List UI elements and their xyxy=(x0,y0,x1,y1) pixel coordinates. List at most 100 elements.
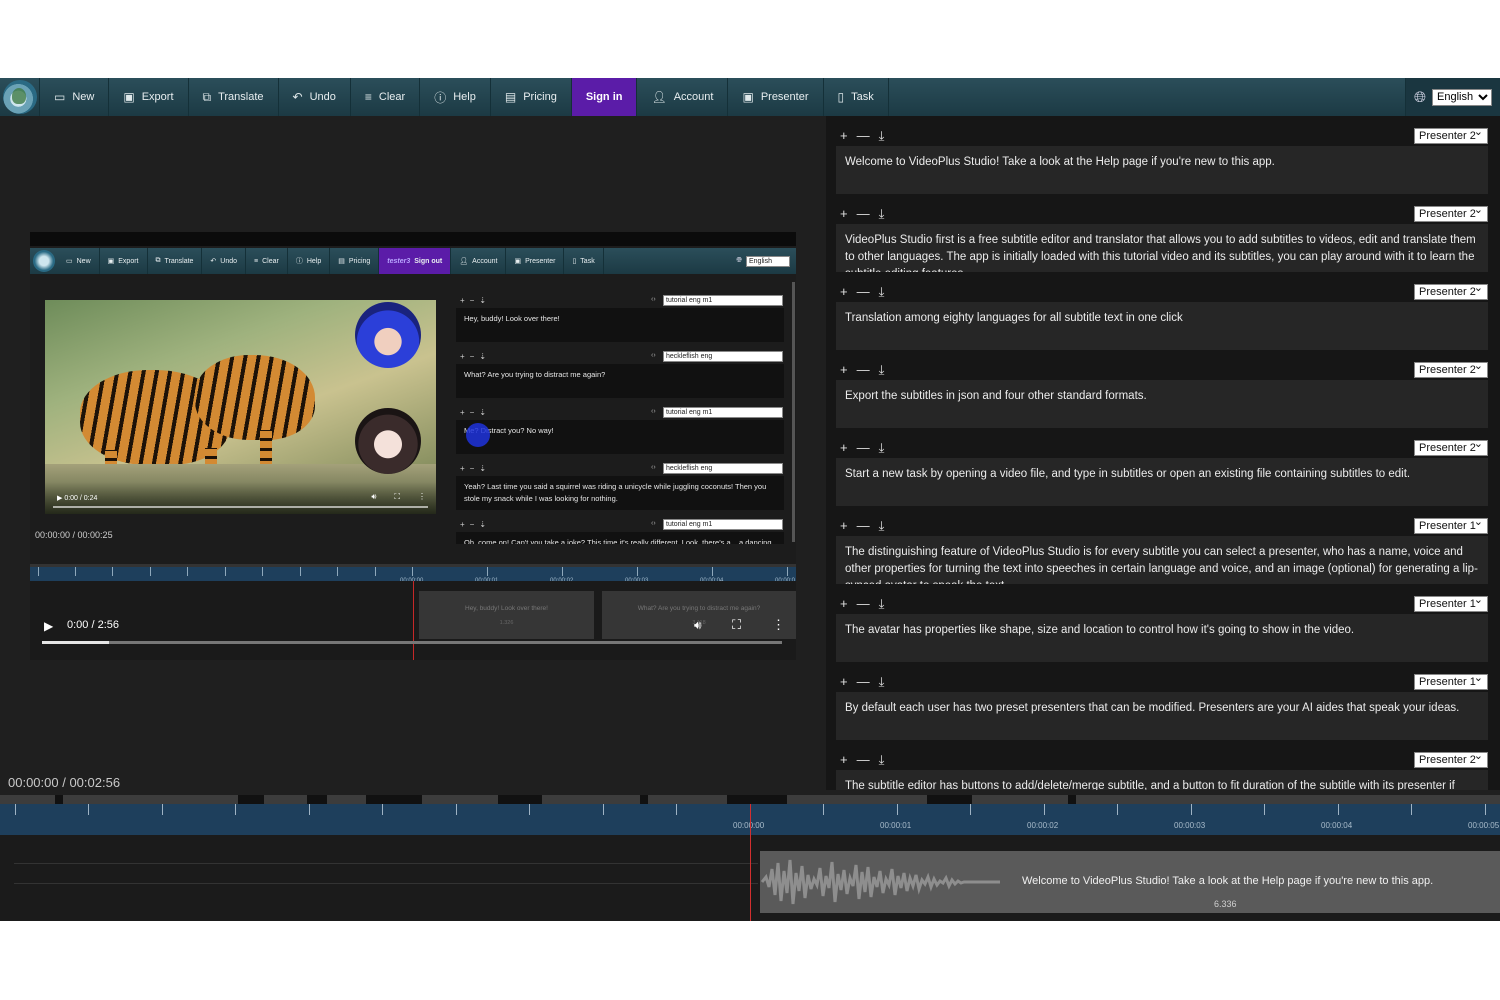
add-subtitle-icon[interactable]: + xyxy=(840,284,848,300)
presenter-select[interactable]: Presenter 2 xyxy=(1414,281,1488,300)
merge-subtitle-icon[interactable]: ⤓ xyxy=(879,518,885,534)
add-subtitle-icon[interactable]: + xyxy=(840,596,848,612)
delete-subtitle-icon[interactable]: — xyxy=(857,518,870,534)
delete-subtitle-icon[interactable]: — xyxy=(857,128,870,144)
more-options-icon[interactable]: ⋮ xyxy=(772,617,785,633)
timeline-playhead[interactable] xyxy=(750,804,751,921)
language-select[interactable]: English xyxy=(1432,88,1492,106)
clear-button[interactable]: ≡ Clear xyxy=(351,78,421,116)
presenter-select[interactable]: Presenter 2 xyxy=(1414,359,1488,378)
merge-subtitle-icon[interactable]: ⤓ xyxy=(879,752,885,768)
add-subtitle-icon[interactable]: + xyxy=(840,674,848,690)
subtitle-text[interactable]: The distinguishing feature of VideoPlus … xyxy=(836,536,1488,584)
sign-in-button[interactable]: Sign in xyxy=(571,78,638,116)
delete-subtitle-icon[interactable]: — xyxy=(857,206,870,222)
subtitle-item: + — ⤓ Presenter 2 The subtitle editor has … xyxy=(836,740,1488,790)
pricing-button[interactable]: ▤ Pricing xyxy=(491,78,572,116)
delete-subtitle-icon[interactable]: — xyxy=(857,440,870,456)
fullscreen-icon: ⛶ xyxy=(394,492,400,501)
help-icon: ⓘ xyxy=(434,90,447,105)
mini-language: 🌐︎ English xyxy=(730,248,796,274)
timeline-clip[interactable]: Welcome to VideoPlus Studio! Take a look… xyxy=(760,851,1500,913)
pricing-icon: ▤ xyxy=(504,90,517,104)
ruler-label: 00:00:01 xyxy=(880,821,912,830)
presenter-select[interactable]: Presenter 1 xyxy=(1414,593,1488,612)
task-button[interactable]: ▯ Task xyxy=(824,78,889,116)
video-controls: ▶ 0:00 / 2:56 🔊︎ ⛶ ⋮ xyxy=(30,610,796,660)
inner-subtitle-item: +−⇣ ‹› tutorial eng m1 Me? Distract you? … xyxy=(456,407,786,464)
logo-globe-icon xyxy=(2,80,37,114)
video-progress-fill xyxy=(42,641,109,644)
subtitle-text[interactable]: By default each user has two preset pres… xyxy=(836,692,1488,740)
subtitle-item: + — ⤓ Presenter 2 Welcome to VideoPlus Stu… xyxy=(836,116,1488,194)
subtitle-text[interactable]: Translation among eighty languages for a… xyxy=(836,302,1488,350)
presenter-select[interactable]: Presenter 2 xyxy=(1414,437,1488,456)
new-button[interactable]: ▭ New xyxy=(40,78,110,116)
presenter-select[interactable]: Presenter 2 xyxy=(1414,125,1488,144)
delete-subtitle-icon[interactable]: — xyxy=(857,284,870,300)
inner-timecode: 00:00:00 / 00:00:25 xyxy=(35,530,113,540)
presenter-select[interactable]: Presenter 2 xyxy=(1414,203,1488,222)
inner-player-time: ▶ 0:00 / 0:24 xyxy=(57,495,98,502)
fullscreen-icon[interactable]: ⛶ xyxy=(732,617,741,633)
export-icon: ▣ xyxy=(123,90,135,104)
merge-subtitle-icon[interactable]: ⤓ xyxy=(879,206,885,222)
tiger-figure xyxy=(195,355,315,440)
globe-icon: 🌐︎ xyxy=(1413,88,1426,106)
inner-subtitle-item: +−⇣ ‹› heckleflish eng Yeah? Last time yo… xyxy=(456,463,786,520)
subtitle-text[interactable]: Start a new task by opening a video file… xyxy=(836,458,1488,506)
subtitle-text[interactable]: Welcome to VideoPlus Studio! Take a look… xyxy=(836,146,1488,194)
add-subtitle-icon[interactable]: + xyxy=(840,206,848,222)
mini-nav-item: ▣ Export xyxy=(100,248,148,274)
video-player[interactable]: ▭ New ▣ Export ⧉ Translate ↶ Undo ≡ Clea… xyxy=(30,232,796,660)
subtitle-text[interactable]: The avatar has properties like shape, si… xyxy=(836,614,1488,662)
translate-icon: ⧉ xyxy=(202,89,212,104)
subtitle-text[interactable]: Export the subtitles in json and four ot… xyxy=(836,380,1488,428)
merge-subtitle-icon[interactable]: ⤓ xyxy=(879,596,885,612)
translate-button[interactable]: ⧉ Translate xyxy=(189,78,279,116)
audio-waveform xyxy=(760,859,1000,905)
account-button[interactable]: 👤︎ Account xyxy=(637,78,729,116)
mini-nav-item: ⓘ Help xyxy=(288,248,331,274)
mini-nav-item: ⧉ Translate xyxy=(148,248,203,274)
help-button[interactable]: ⓘ Help xyxy=(420,78,491,116)
video-progress-bar[interactable] xyxy=(42,641,782,644)
add-subtitle-icon[interactable]: + xyxy=(840,440,848,456)
add-subtitle-icon[interactable]: + xyxy=(840,362,848,378)
mini-nav-item: ↶ Undo xyxy=(202,248,247,274)
merge-subtitle-icon[interactable]: ⤓ xyxy=(879,284,885,300)
volume-icon[interactable]: 🔊︎ xyxy=(694,618,702,633)
add-subtitle-icon[interactable]: + xyxy=(840,518,848,534)
ruler-label: 00:00:04 xyxy=(1321,821,1353,830)
subtitle-text[interactable]: The subtitle editor has buttons to add/d… xyxy=(836,770,1488,790)
delete-subtitle-icon[interactable]: — xyxy=(857,674,870,690)
delete-subtitle-icon[interactable]: — xyxy=(857,752,870,768)
timeline-overview[interactable] xyxy=(0,795,1500,804)
clip-text: Welcome to VideoPlus Studio! Take a look… xyxy=(1022,875,1434,887)
mini-nav-signout: tester3 Sign out xyxy=(379,248,452,274)
subtitle-item: + — ⤓ Presenter 2 Export the subtitles in … xyxy=(836,350,1488,428)
export-button[interactable]: ▣ Export xyxy=(109,78,189,116)
merge-subtitle-icon[interactable]: ⤓ xyxy=(879,440,885,456)
presenter-select[interactable]: Presenter 2 xyxy=(1414,749,1488,768)
presenter-select[interactable]: Presenter 1 xyxy=(1414,515,1488,534)
inner-subtitle-list: +−⇣ ‹› tutorial eng m1 Hey, buddy! Look o… xyxy=(456,282,794,544)
subtitle-item: + — ⤓ Presenter 1 The avatar has propertie… xyxy=(836,584,1488,662)
subtitle-text[interactable]: VideoPlus Studio first is a free subtitl… xyxy=(836,224,1488,272)
ruler-label: 00:00:03 xyxy=(1174,821,1206,830)
merge-subtitle-icon[interactable]: ⤓ xyxy=(879,362,885,378)
undo-button[interactable]: ↶ Undo xyxy=(279,78,351,116)
delete-subtitle-icon[interactable]: — xyxy=(857,596,870,612)
add-subtitle-icon[interactable]: + xyxy=(840,752,848,768)
delete-subtitle-icon[interactable]: — xyxy=(857,362,870,378)
play-icon[interactable]: ▶ xyxy=(44,619,53,633)
ruler-label: 00:00:05 xyxy=(1468,821,1500,830)
presenter-button[interactable]: ▣ Presenter xyxy=(728,78,824,116)
app-logo[interactable] xyxy=(0,78,40,116)
merge-subtitle-icon[interactable]: ⤓ xyxy=(879,674,885,690)
presenter-select[interactable]: Presenter 1 xyxy=(1414,671,1488,690)
video-content: ▭ New ▣ Export ⧉ Translate ↶ Undo ≡ Clea… xyxy=(30,246,796,592)
add-subtitle-icon[interactable]: + xyxy=(840,128,848,144)
merge-subtitle-icon[interactable]: ⤓ xyxy=(879,128,885,144)
inner-subtitle-item: +−⇣ ‹› tutorial eng m1 Oh, come on! Can't… xyxy=(456,519,786,544)
